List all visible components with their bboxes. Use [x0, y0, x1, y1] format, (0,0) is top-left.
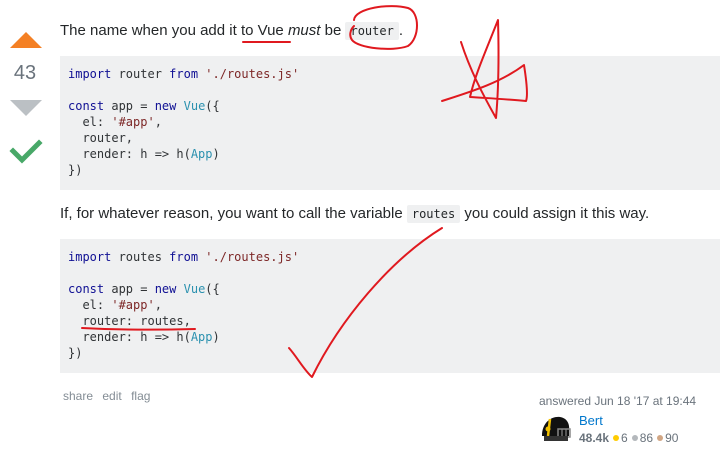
code-text: el:: [68, 115, 112, 129]
vote-column: 43: [0, 0, 50, 451]
code-type: App: [190, 330, 213, 344]
edit-link[interactable]: edit: [102, 389, 121, 403]
bronze-badge-count: 90: [665, 431, 679, 445]
code-line: import router from './routes.js': [68, 66, 712, 82]
code-keyword: import: [68, 250, 112, 264]
user-name-link[interactable]: Bert: [579, 413, 603, 428]
code-block-1: import router from './routes.js' const ap…: [60, 56, 720, 190]
text-segment: The name when you add it to Vue: [60, 22, 288, 39]
inline-code-routes: routes: [406, 205, 461, 223]
code-line: render: h => h(App): [68, 329, 712, 345]
code-text: app =: [104, 99, 155, 113]
code-text: ,: [154, 115, 162, 129]
code-line: router: routes,: [68, 314, 191, 328]
code-line: }): [68, 346, 83, 360]
code-keyword: import: [68, 67, 112, 81]
code-keyword: new: [154, 99, 177, 113]
code-text: ({: [205, 99, 220, 113]
code-text: ): [212, 330, 220, 344]
code-line: const app = new Vue({: [68, 98, 712, 114]
user-card: answered Jun 18 '17 at 19:44 Bert 48.4k 6…: [533, 389, 713, 449]
code-keyword: const: [68, 282, 105, 296]
code-line: render: h => h(App): [68, 146, 712, 162]
code-line: router,: [68, 131, 134, 145]
answer-paragraph-1: The name when you add it to Vue must be …: [60, 21, 403, 41]
gold-badge-count: 6: [621, 431, 628, 445]
accepted-checkmark-icon: [9, 139, 43, 164]
code-text: ): [212, 147, 220, 161]
code-text: app =: [104, 282, 155, 296]
code-text: ,: [154, 298, 162, 312]
code-string: './routes.js': [198, 250, 300, 264]
silver-badge-count: 86: [639, 431, 654, 445]
text-segment: If, for whatever reason, you want to cal…: [60, 205, 407, 222]
code-string: '#app': [111, 115, 155, 129]
gold-badge-icon: [613, 435, 620, 442]
text-segment: be: [320, 22, 346, 39]
flag-link[interactable]: flag: [131, 389, 150, 403]
code-keyword: from: [169, 67, 199, 81]
code-string: '#app': [111, 298, 155, 312]
answer-paragraph-2: If, for whatever reason, you want to cal…: [60, 204, 649, 224]
code-keyword: new: [154, 282, 177, 296]
share-link[interactable]: share: [63, 389, 93, 403]
downvote-arrow-icon[interactable]: [8, 98, 44, 118]
upvote-arrow-icon[interactable]: [8, 30, 44, 50]
bronze-badge-icon: [657, 435, 664, 442]
post-menu: share edit flag: [63, 389, 156, 403]
code-string: './routes.js': [198, 67, 300, 81]
code-text: router: [111, 67, 170, 81]
code-keyword: const: [68, 99, 105, 113]
user-avatar[interactable]: [538, 412, 572, 446]
code-type: App: [190, 147, 213, 161]
text-segment: .: [398, 22, 404, 39]
code-type: Vue: [176, 282, 206, 296]
code-line: const app = new Vue({: [68, 281, 712, 297]
emphasis-text: must: [287, 22, 321, 39]
code-text: routes: [111, 250, 170, 264]
code-line: }): [68, 163, 83, 177]
code-block-2: import routes from './routes.js' const ap…: [60, 239, 720, 373]
code-line: el: '#app',: [68, 297, 712, 313]
user-reputation: 48.4k 6 86 90: [579, 431, 678, 445]
code-line: el: '#app',: [68, 114, 712, 130]
reputation-score: 48.4k: [579, 431, 610, 445]
silver-badge-icon: [631, 435, 638, 442]
code-text: el:: [68, 298, 112, 312]
code-text: ({: [205, 282, 220, 296]
code-text: render: h => h(: [68, 147, 191, 161]
text-segment: you could assign it this way.: [460, 205, 650, 222]
code-type: Vue: [176, 99, 206, 113]
vote-count: 43: [13, 62, 37, 84]
inline-code-router: router: [345, 22, 399, 40]
code-line: import routes from './routes.js': [68, 249, 712, 265]
code-text: render: h => h(: [68, 330, 191, 344]
answered-timestamp: answered Jun 18 '17 at 19:44: [539, 394, 697, 408]
code-keyword: from: [169, 250, 199, 264]
